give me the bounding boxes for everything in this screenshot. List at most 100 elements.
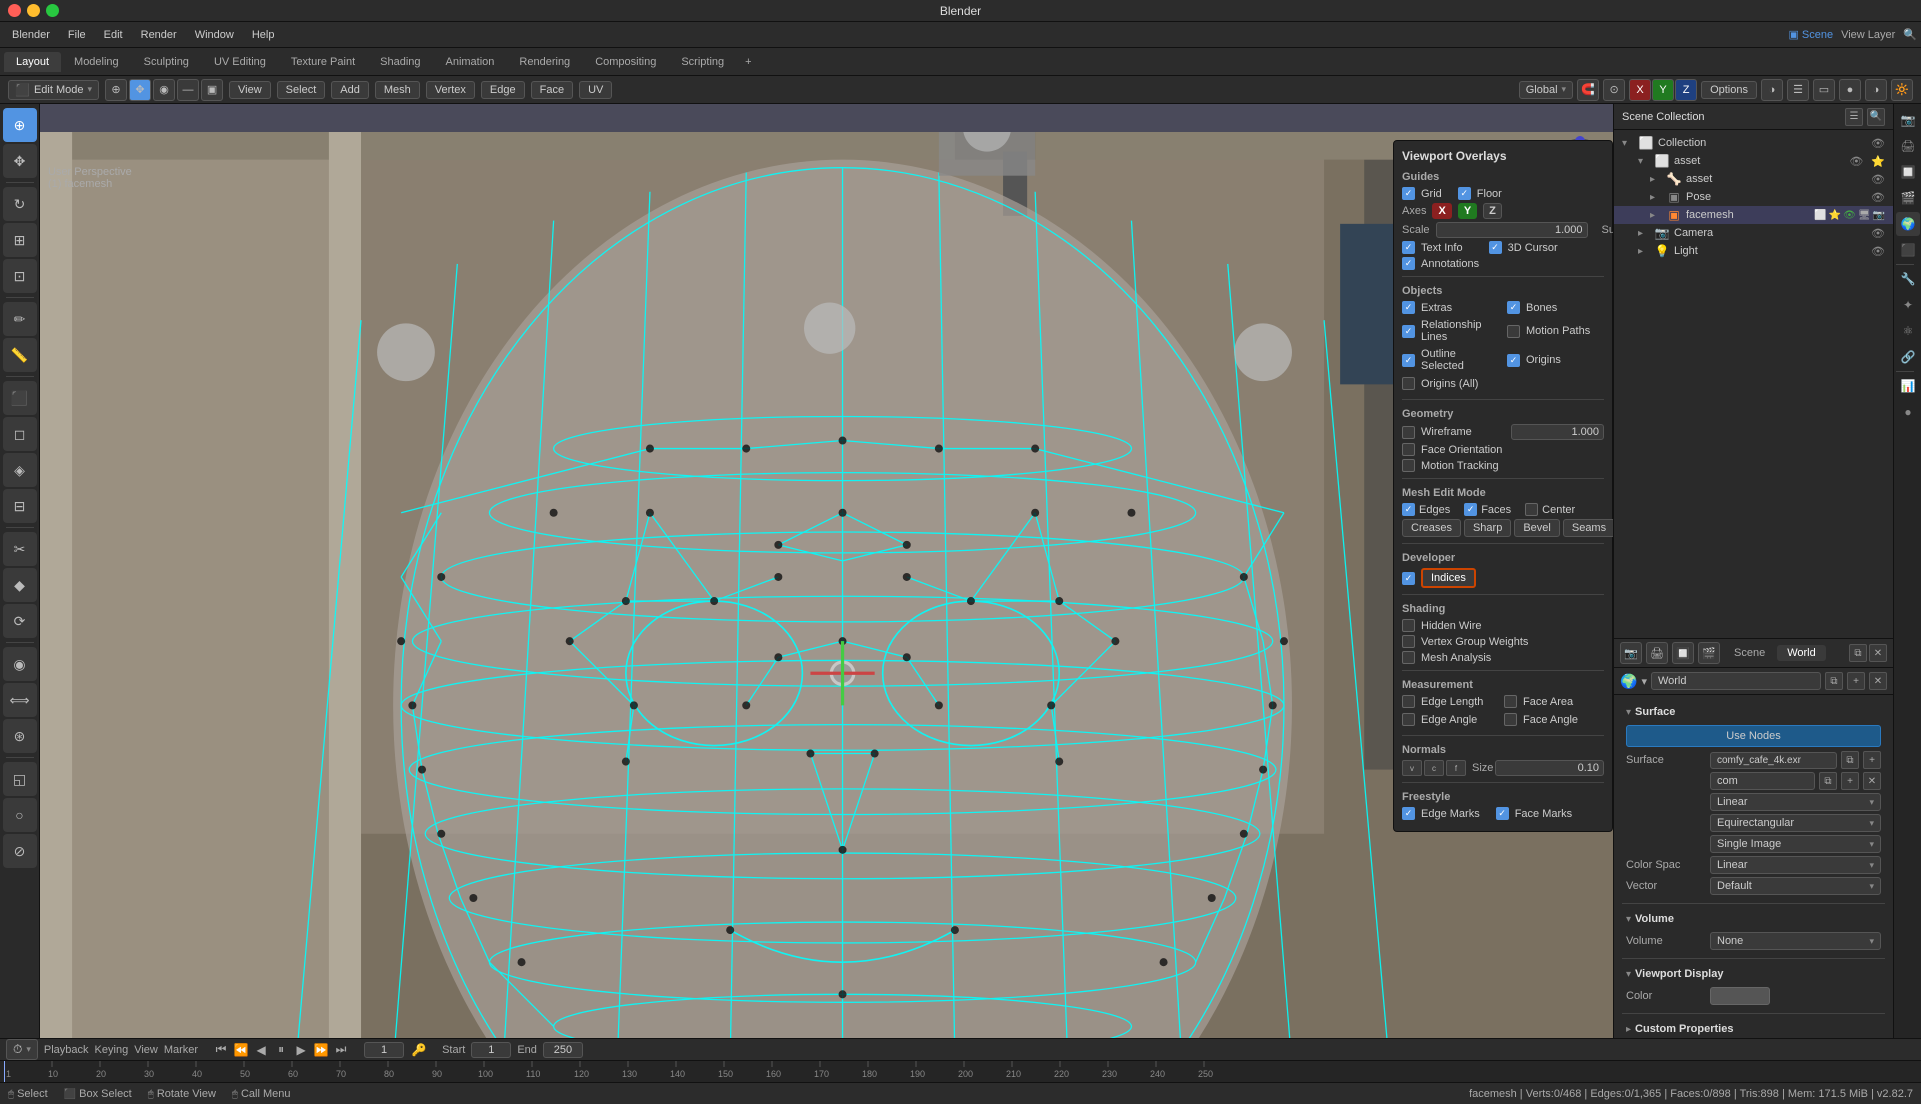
world-unlink-btn[interactable]: ✕ [1869, 672, 1887, 690]
vt-view-layer[interactable]: 🔲 [1896, 160, 1920, 184]
face-area-checkbox[interactable] [1504, 695, 1517, 708]
menu-edit[interactable]: Edit [96, 27, 131, 43]
indices-btn[interactable]: Indices [1421, 568, 1476, 588]
world-copy-data-btn[interactable]: ⧉ [1825, 672, 1843, 690]
bevel-btn[interactable]: Bevel [1514, 519, 1560, 537]
normals-size-input[interactable] [1495, 760, 1604, 776]
face-orient-checkbox[interactable] [1402, 443, 1415, 456]
menu-window[interactable]: Window [187, 27, 242, 43]
vt-material[interactable]: ● [1896, 400, 1920, 424]
vector-dropdown[interactable]: Default ▾ [1710, 877, 1881, 895]
sub-del-btn[interactable]: ✕ [1863, 772, 1881, 790]
y-axis-btn[interactable]: Y [1458, 203, 1477, 219]
tab-scripting[interactable]: Scripting [669, 52, 736, 72]
top-right-view-layer[interactable]: View Layer [1841, 29, 1895, 41]
extrude-tool-btn[interactable]: ⬛ [3, 381, 37, 415]
tab-layout[interactable]: Layout [4, 52, 61, 72]
marker-label[interactable]: Marker [164, 1044, 198, 1056]
icon-edge-edit[interactable]: — [177, 79, 199, 101]
start-frame-input[interactable] [471, 1042, 511, 1058]
edge-slide-btn[interactable]: ⟺ [3, 683, 37, 717]
volume-group-header[interactable]: ▾ Volume [1622, 910, 1885, 928]
world-new-btn[interactable]: + [1847, 672, 1865, 690]
face-marks-checkbox[interactable] [1496, 807, 1509, 820]
motion-paths-checkbox[interactable] [1507, 325, 1520, 338]
menu-blender[interactable]: Blender [4, 27, 58, 43]
icon-cursor[interactable]: ⊕ [105, 79, 127, 101]
knife-tool-btn[interactable]: ✂ [3, 532, 37, 566]
face-menu[interactable]: Face [531, 81, 573, 99]
props-copy-btn[interactable]: ⧉ [1849, 644, 1867, 662]
linear-dropdown[interactable]: Linear ▾ [1710, 793, 1881, 811]
icon-face-edit[interactable]: ▣ [201, 79, 223, 101]
vt-constraints[interactable]: 🔗 [1896, 345, 1920, 369]
icon-vertex-edit[interactable]: ◉ [153, 79, 175, 101]
top-right-search-icon[interactable]: 🔍 [1903, 28, 1917, 41]
text-info-checkbox[interactable] [1402, 241, 1415, 254]
tab-world[interactable]: World [1777, 645, 1826, 661]
viewport-display-group-header[interactable]: ▾ Viewport Display [1622, 965, 1885, 983]
edge-length-checkbox[interactable] [1402, 695, 1415, 708]
me-edges-checkbox[interactable] [1402, 503, 1415, 516]
tab-scene[interactable]: Scene [1724, 645, 1775, 661]
origins-all-checkbox[interactable] [1402, 377, 1415, 390]
timeline-frame-mode[interactable]: ⏱ ▾ [6, 1039, 38, 1060]
options-btn[interactable]: Options [1701, 81, 1757, 99]
props-view-layer-icon[interactable]: 🔲 [1672, 642, 1694, 664]
cursor-3d-checkbox[interactable] [1489, 241, 1502, 254]
cursor-tool-btn[interactable]: ⊕ [3, 108, 37, 142]
volume-dropdown[interactable]: None ▾ [1710, 932, 1881, 950]
grid-checkbox[interactable] [1402, 187, 1415, 200]
surface-new-btn[interactable]: + [1863, 751, 1881, 769]
me-faces-checkbox[interactable] [1464, 503, 1477, 516]
smooth-btn[interactable]: ◉ [3, 647, 37, 681]
surface-value[interactable]: comfy_cafe_4k.exr [1710, 752, 1837, 769]
edge-marks-checkbox[interactable] [1402, 807, 1415, 820]
transform-tool-btn[interactable]: ⊡ [3, 259, 37, 293]
sharp-btn[interactable]: Sharp [1464, 519, 1511, 537]
indices-checkbox[interactable] [1402, 572, 1415, 585]
tab-compositing[interactable]: Compositing [583, 52, 668, 72]
current-frame-input[interactable] [364, 1042, 404, 1058]
proportional-icon[interactable]: ⊙ [1603, 79, 1625, 101]
tab-add[interactable]: + [737, 52, 759, 72]
rotate-tool-btn[interactable]: ↻ [3, 187, 37, 221]
single-image-dropdown[interactable]: Single Image ▾ [1710, 835, 1881, 853]
tab-animation[interactable]: Animation [434, 52, 507, 72]
x-constraint[interactable]: X [1629, 79, 1651, 101]
tree-camera[interactable]: ▸ 📷 Camera 👁 [1614, 224, 1893, 242]
z-axis-btn[interactable]: Z [1483, 203, 1502, 219]
annotate-tool-btn[interactable]: ✏ [3, 302, 37, 336]
props-scene-icon[interactable]: 🎬 [1698, 642, 1720, 664]
surface-copy-btn[interactable]: ⧉ [1841, 751, 1859, 769]
use-nodes-btn[interactable]: Use Nodes [1626, 725, 1881, 747]
vt-data[interactable]: 📊 [1896, 374, 1920, 398]
wireframe-mode[interactable]: ▭ [1813, 79, 1835, 101]
vt-world[interactable]: 🌍 [1896, 212, 1920, 236]
tree-pose[interactable]: ▸ ▣ Pose 👁 [1614, 188, 1893, 206]
tab-sculpting[interactable]: Sculpting [132, 52, 201, 72]
rip-btn[interactable]: ⊘ [3, 834, 37, 868]
custom-props-group-header[interactable]: ▸ Custom Properties [1622, 1020, 1885, 1038]
top-right-scene[interactable]: ▣ Scene [1788, 28, 1833, 41]
tab-rendering[interactable]: Rendering [507, 52, 582, 72]
menu-render[interactable]: Render [133, 27, 185, 43]
tree-facemesh[interactable]: ▸ ▣ facemesh ⬜ ⭐ 👁 🖥 📷 [1614, 206, 1893, 224]
props-render-icon[interactable]: 📷 [1620, 642, 1642, 664]
material-preview-mode[interactable]: ◑ [1865, 79, 1887, 101]
keying-label[interactable]: Keying [95, 1044, 129, 1056]
measure-tool-btn[interactable]: 📏 [3, 338, 37, 372]
tree-collection[interactable]: ▾ ⬜ Collection 👁 [1614, 134, 1893, 152]
snap-icon[interactable]: 🧲 [1577, 79, 1599, 101]
tab-texture-paint[interactable]: Texture Paint [279, 52, 367, 72]
shrink-fatten-btn[interactable]: ⊛ [3, 719, 37, 753]
sub-link-btn[interactable]: ⧉ [1819, 772, 1837, 790]
vt-render[interactable]: 📷 [1896, 108, 1920, 132]
origins-checkbox[interactable] [1507, 354, 1520, 367]
bones-checkbox[interactable] [1507, 301, 1520, 314]
vt-modifier[interactable]: 🔧 [1896, 267, 1920, 291]
rendered-mode[interactable]: 🔆 [1891, 79, 1913, 101]
poly-build-btn[interactable]: ◆ [3, 568, 37, 602]
wireframe-checkbox[interactable] [1402, 426, 1415, 439]
mesh-analysis-checkbox[interactable] [1402, 651, 1415, 664]
